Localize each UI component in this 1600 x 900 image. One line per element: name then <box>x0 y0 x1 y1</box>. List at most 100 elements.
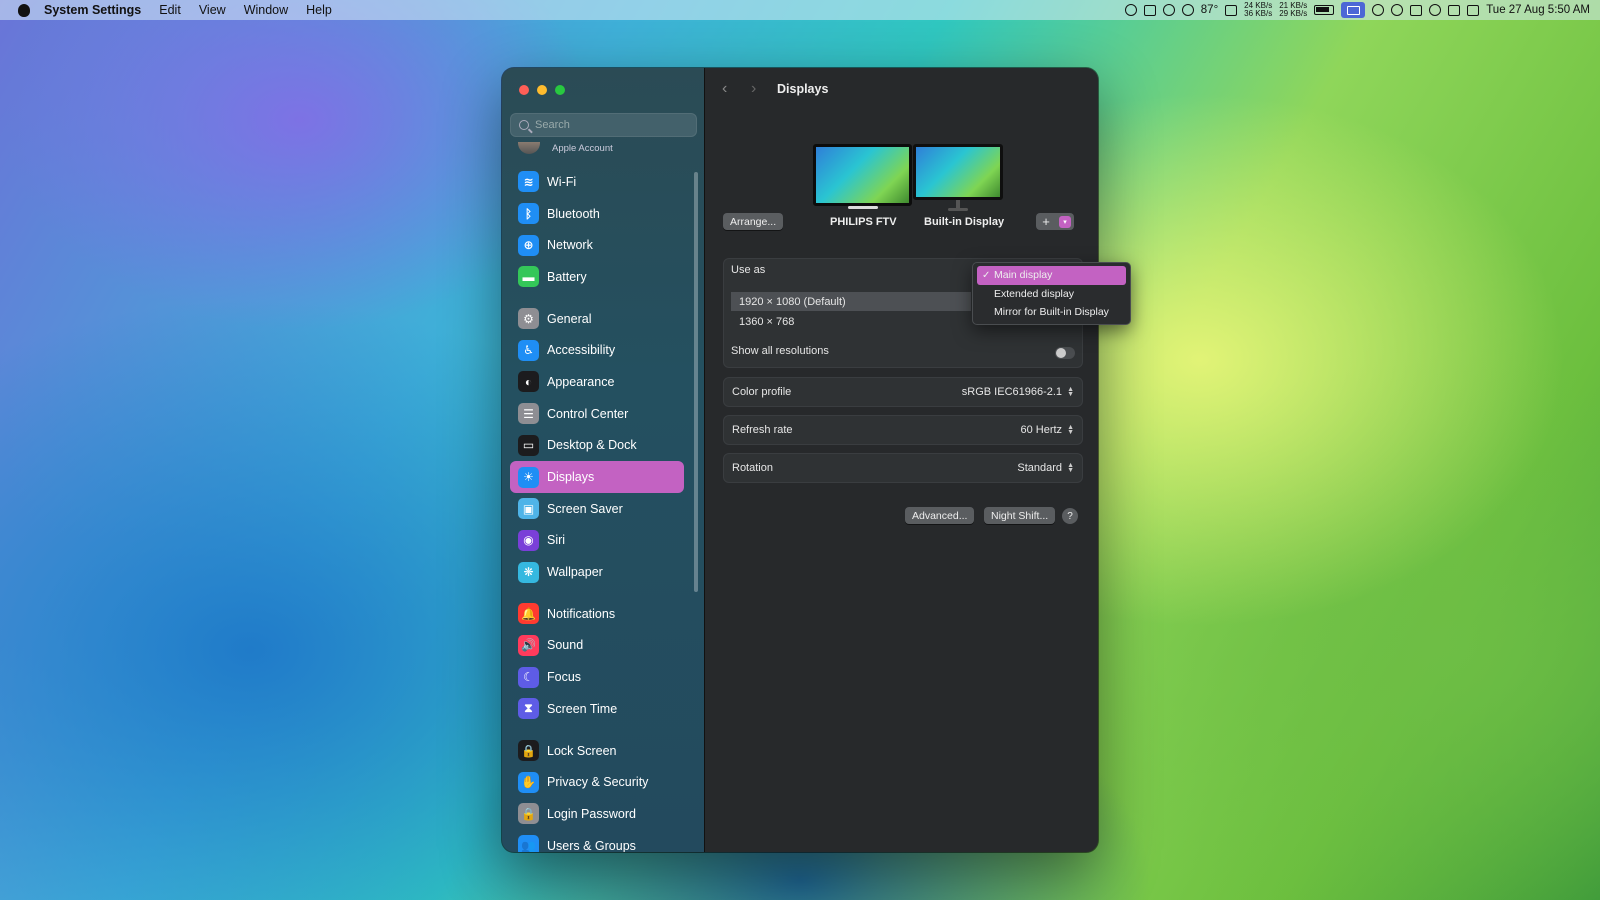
keyboard-icon[interactable] <box>1448 4 1461 16</box>
sidebar-item-sound[interactable]: 🔊 Sound <box>510 630 684 662</box>
use-as-label: Use as <box>731 264 766 276</box>
page-title: Displays <box>777 82 829 96</box>
zoom-button[interactable] <box>555 85 565 95</box>
sidebar-item-battery[interactable]: ▬ Battery <box>510 261 684 293</box>
wifi-status-icon[interactable] <box>1391 4 1404 16</box>
sidebar-item-desktop-dock[interactable]: ▭ Desktop & Dock <box>510 430 684 462</box>
display-menu-icon[interactable] <box>1341 2 1366 18</box>
search-field[interactable] <box>510 113 697 137</box>
displays-icon: ☀ <box>518 466 539 488</box>
builtin-neck <box>956 200 960 208</box>
menu-item-mirror-display[interactable]: Mirror for Built-in Display <box>977 303 1126 322</box>
network-speed-2[interactable]: 21 KB/s 29 KB/s <box>1279 2 1307 18</box>
network-speed-1[interactable]: 24 KB/s 36 KB/s <box>1244 2 1272 18</box>
sidebar-scrollbar[interactable] <box>694 172 698 592</box>
clock-icon[interactable] <box>1429 4 1442 16</box>
forward-button[interactable]: › <box>751 81 765 97</box>
sidebar-item-wi-fi[interactable]: ≋ Wi-Fi <box>510 166 684 198</box>
advanced-button[interactable]: Advanced... <box>905 507 975 524</box>
control-center-status-icon[interactable] <box>1467 4 1480 16</box>
temperature-readout[interactable]: 87° <box>1201 4 1218 16</box>
apple-menu-icon[interactable] <box>16 3 32 17</box>
stage-manager-icon[interactable] <box>1410 4 1423 16</box>
sidebar-item-focus[interactable]: ☾ Focus <box>510 661 684 693</box>
rotation-label: Rotation <box>732 462 773 474</box>
close-button[interactable] <box>519 85 529 95</box>
sidebar-item-wallpaper[interactable]: ❋ Wallpaper <box>510 556 684 588</box>
gear-icon: ⚙ <box>518 308 539 330</box>
minimize-button[interactable] <box>537 85 547 95</box>
back-button[interactable]: ‹ <box>722 81 736 97</box>
menu-app-name[interactable]: System Settings <box>44 3 141 17</box>
resolution-option-1[interactable]: 1920 × 1080 (Default) <box>731 292 971 311</box>
accessibility-icon: ♿ <box>518 339 539 361</box>
display-label-builtin[interactable]: Built-in Display <box>924 216 1004 228</box>
screen-mirror-icon[interactable] <box>1143 4 1156 16</box>
color-profile-row[interactable]: Color profile sRGB IEC61966-2.1 ▲ ▼ <box>723 377 1083 407</box>
sidebar-item-privacy-security[interactable]: ✋ Privacy & Security <box>510 766 684 798</box>
rotation-row[interactable]: Rotation Standard ▲ ▼ <box>723 453 1083 483</box>
display-thumbnail-philips[interactable] <box>813 144 912 209</box>
speaker-icon: 🔊 <box>518 634 539 656</box>
sidebar-item-lock-screen[interactable]: 🔒 Lock Screen <box>510 735 684 767</box>
cpu-icon[interactable] <box>1181 4 1194 16</box>
apple-account-item[interactable]: Apple Account <box>518 142 613 154</box>
search-input[interactable] <box>535 119 685 131</box>
display-thumbnail-builtin[interactable] <box>913 144 1003 211</box>
sidebar-item-users-groups[interactable]: 👥 Users & Groups <box>510 830 684 852</box>
sync-icon[interactable] <box>1162 4 1175 16</box>
sidebar-item-label: Control Center <box>547 406 629 421</box>
refresh-rate-popup[interactable]: 60 Hertz ▲ ▼ <box>1020 424 1074 436</box>
memory-icon[interactable] <box>1225 4 1238 16</box>
add-display-button[interactable]: + <box>1036 213 1056 230</box>
sidebar-item-label: Login Password <box>547 806 636 821</box>
menu-edit[interactable]: Edit <box>159 3 181 17</box>
sidebar-item-notifications[interactable]: 🔔 Notifications <box>510 598 684 630</box>
sidebar-item-screen-time[interactable]: ⧗ Screen Time <box>510 693 684 725</box>
sidebar-item-displays[interactable]: ☀ Displays <box>510 461 684 493</box>
menu-item-main-display[interactable]: ✓ Main display <box>977 266 1126 285</box>
night-shift-button[interactable]: Night Shift... <box>984 507 1056 524</box>
arrange-button[interactable]: Arrange... <box>723 213 784 230</box>
refresh-rate-row[interactable]: Refresh rate 60 Hertz ▲ ▼ <box>723 415 1083 445</box>
show-all-resolutions-toggle[interactable] <box>1055 347 1075 359</box>
sidebar-item-appearance[interactable]: ◐ Appearance <box>510 366 684 398</box>
date-time[interactable]: Tue 27 Aug 5:50 AM <box>1486 4 1590 16</box>
sidebar-item-siri[interactable]: ◉ Siri <box>510 525 684 557</box>
menu-help[interactable]: Help <box>306 3 332 17</box>
rotation-value: Standard <box>1017 462 1063 474</box>
sidebar-item-bluetooth[interactable]: ᛒ Bluetooth <box>510 198 684 230</box>
sidebar-item-control-center[interactable]: ☰ Control Center <box>510 398 684 430</box>
sidebar-item-network[interactable]: ⊕ Network <box>510 229 684 261</box>
sidebar-item-login-password[interactable]: 🔒 Login Password <box>510 798 684 830</box>
add-display-control[interactable]: + ▾ <box>1036 213 1074 230</box>
color-profile-value: sRGB IEC61966-2.1 <box>961 386 1063 398</box>
sidebar-item-screen-saver[interactable]: ▣ Screen Saver <box>510 493 684 525</box>
add-display-dropdown[interactable]: ▾ <box>1056 213 1074 230</box>
sidebar-item-label: Lock Screen <box>547 743 617 758</box>
sidebar-item-general[interactable]: ⚙ General <box>510 303 684 335</box>
status-area: 87° 24 KB/s 36 KB/s 21 KB/s 29 KB/s Tue 27… <box>1124 0 1590 20</box>
sidebar-item-label: General <box>547 311 592 326</box>
philips-screen <box>813 144 912 206</box>
wifi-icon: ≋ <box>518 171 539 193</box>
net-down-2: 29 KB/s <box>1279 9 1308 18</box>
sidebar-item-accessibility[interactable]: ♿ Accessibility <box>510 334 684 366</box>
headphones-icon[interactable] <box>1124 4 1137 16</box>
menu-item-extended-display[interactable]: Extended display <box>977 285 1126 304</box>
battery-status-icon[interactable] <box>1314 5 1335 15</box>
resolution-option-2[interactable]: 1360 × 768 <box>731 312 971 331</box>
rotation-popup[interactable]: Standard ▲ ▼ <box>1017 462 1074 474</box>
menu-window[interactable]: Window <box>244 3 288 17</box>
menu-view[interactable]: View <box>199 3 226 17</box>
color-profile-popup[interactable]: sRGB IEC61966-2.1 ▲ ▼ <box>962 386 1074 398</box>
hourglass-icon: ⧗ <box>518 698 539 720</box>
display-label-philips[interactable]: PHILIPS FTV <box>830 216 897 228</box>
volume-icon[interactable] <box>1372 4 1385 16</box>
color-profile-label: Color profile <box>732 386 792 398</box>
password-lock-icon: 🔒 <box>518 803 539 825</box>
appearance-icon: ◐ <box>518 371 539 393</box>
help-button[interactable]: ? <box>1062 508 1078 524</box>
battery-icon: ▬ <box>518 266 539 288</box>
control-center-icon: ☰ <box>518 403 539 425</box>
